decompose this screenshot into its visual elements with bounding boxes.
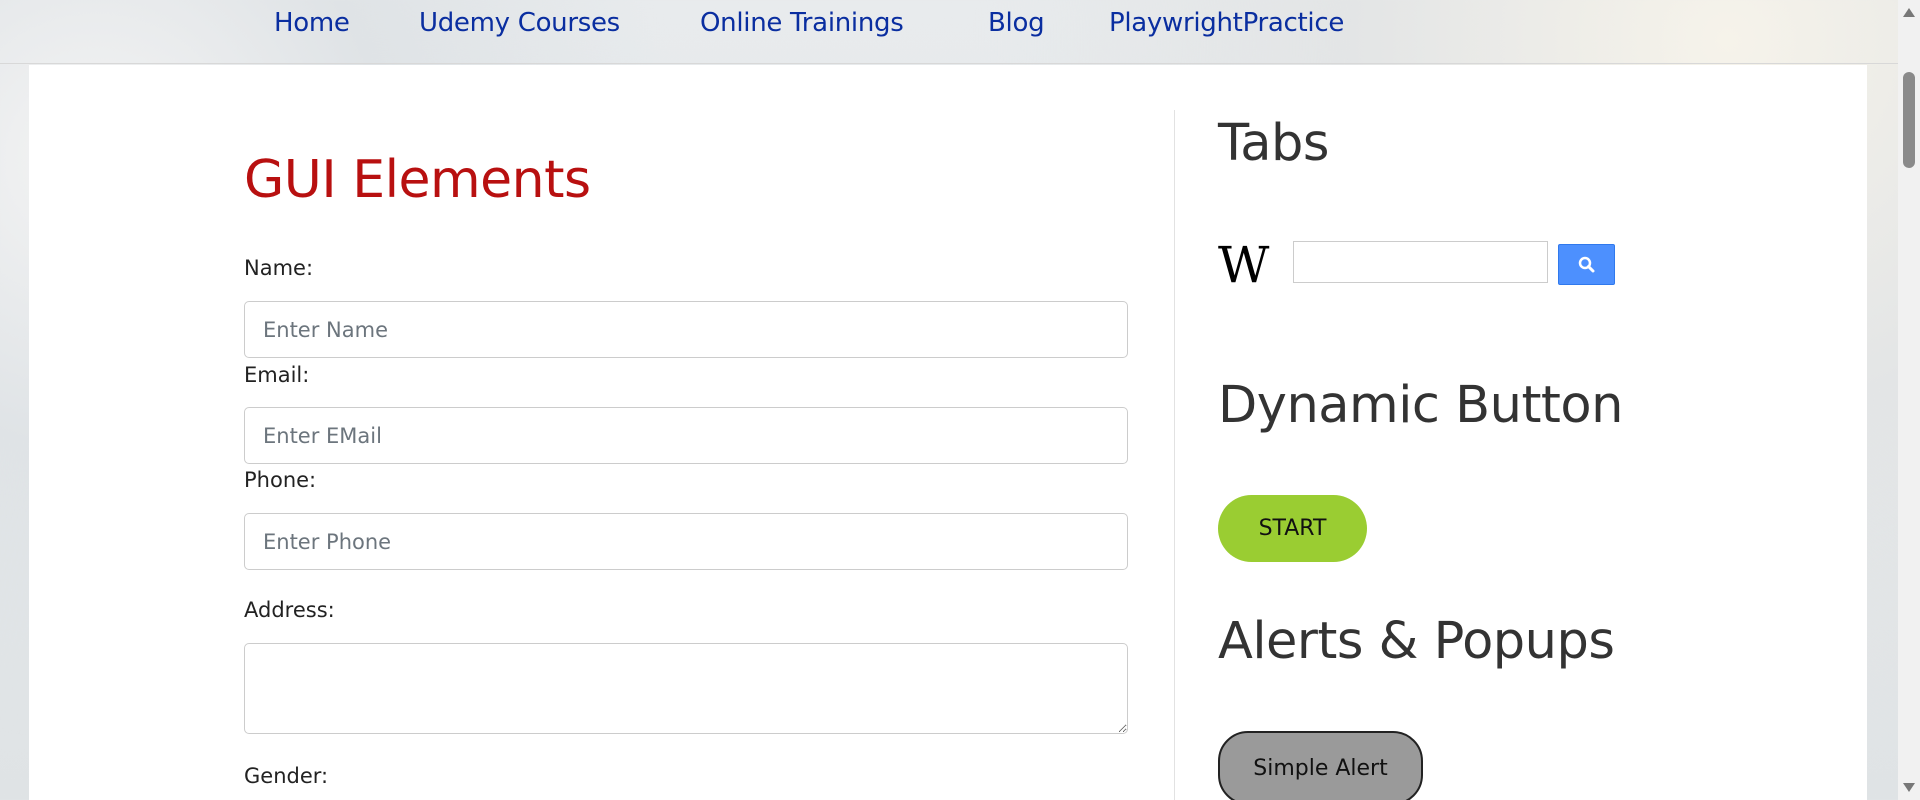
nav-blog[interactable]: Blog <box>988 8 1045 38</box>
name-label: Name: <box>244 256 314 280</box>
address-label: Address: <box>244 598 335 622</box>
scroll-down-arrow-icon[interactable] <box>1903 783 1915 792</box>
name-input[interactable] <box>244 301 1128 358</box>
nav-playwright-practice[interactable]: PlaywrightPractice <box>1109 8 1344 38</box>
scrollbar[interactable] <box>1898 0 1920 800</box>
scroll-up-arrow-icon[interactable] <box>1903 8 1915 17</box>
dynamic-button-heading: Dynamic Button <box>1218 376 1623 435</box>
address-textarea[interactable] <box>244 643 1128 734</box>
email-input[interactable] <box>244 407 1128 464</box>
page-title: GUI Elements <box>244 150 591 210</box>
nav-udemy-courses[interactable]: Udemy Courses <box>419 8 620 38</box>
gender-label: Gender: <box>244 764 329 788</box>
phone-input[interactable] <box>244 513 1128 570</box>
search-icon <box>1578 256 1594 272</box>
wikipedia-search-input[interactable] <box>1293 241 1548 283</box>
wikipedia-logo-icon: W <box>1218 236 1269 294</box>
wikipedia-search-button[interactable] <box>1558 244 1615 285</box>
tabs-heading: Tabs <box>1218 114 1329 173</box>
start-button[interactable]: START <box>1218 495 1367 562</box>
column-divider <box>1174 110 1175 800</box>
email-label: Email: <box>244 363 310 387</box>
nav-online-trainings[interactable]: Online Trainings <box>700 8 904 38</box>
simple-alert-button[interactable]: Simple Alert <box>1218 731 1423 800</box>
nav-home[interactable]: Home <box>274 8 350 38</box>
scrollbar-thumb[interactable] <box>1903 72 1915 168</box>
alerts-popups-heading: Alerts & Popups <box>1218 612 1615 671</box>
top-nav: Home Udemy Courses Online Trainings Blog… <box>0 0 1898 64</box>
phone-label: Phone: <box>244 468 317 492</box>
